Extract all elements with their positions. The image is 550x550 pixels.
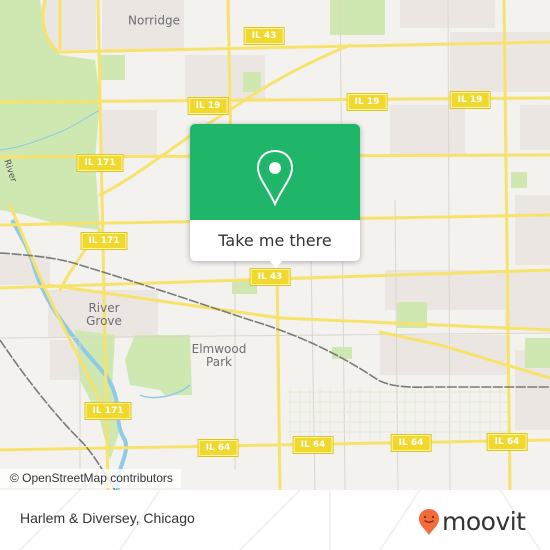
map-pin-icon bbox=[256, 149, 294, 207]
place-label: River Grove bbox=[86, 301, 122, 328]
place-label: Elmwood Park bbox=[191, 342, 247, 369]
place-label: Norridge bbox=[128, 13, 180, 28]
route-shield: IL 64 bbox=[293, 437, 333, 453]
route-shield: IL 171 bbox=[81, 233, 127, 249]
route-shield: IL 64 bbox=[487, 434, 527, 450]
moovit-pin-icon bbox=[419, 509, 439, 535]
route-shield: IL 64 bbox=[391, 435, 431, 451]
moovit-logo[interactable]: moovit bbox=[418, 507, 526, 537]
route-shield: IL 19 bbox=[188, 98, 228, 114]
moovit-wordmark: moovit bbox=[442, 507, 526, 536]
street-grid bbox=[288, 388, 510, 440]
take-me-there-button[interactable]: Take me there bbox=[190, 220, 360, 261]
popup-header bbox=[190, 124, 360, 220]
location-title: Harlem & Diversey, Chicago bbox=[20, 510, 195, 526]
route-shield: IL 171 bbox=[85, 403, 131, 419]
route-shield: IL 19 bbox=[450, 92, 490, 108]
route-shield: IL 171 bbox=[77, 155, 123, 171]
route-shield: IL 43 bbox=[244, 28, 284, 44]
popup-pointer bbox=[267, 258, 285, 268]
route-shield: IL 43 bbox=[250, 269, 290, 285]
route-shield: IL 19 bbox=[347, 94, 387, 110]
map[interactable]: Norridge River Grove Elmwood Park River … bbox=[0, 0, 550, 490]
map-attribution[interactable]: © OpenStreetMap contributors bbox=[0, 469, 181, 488]
location-popup: Take me there bbox=[190, 124, 360, 268]
route-shield: IL 64 bbox=[198, 440, 238, 456]
